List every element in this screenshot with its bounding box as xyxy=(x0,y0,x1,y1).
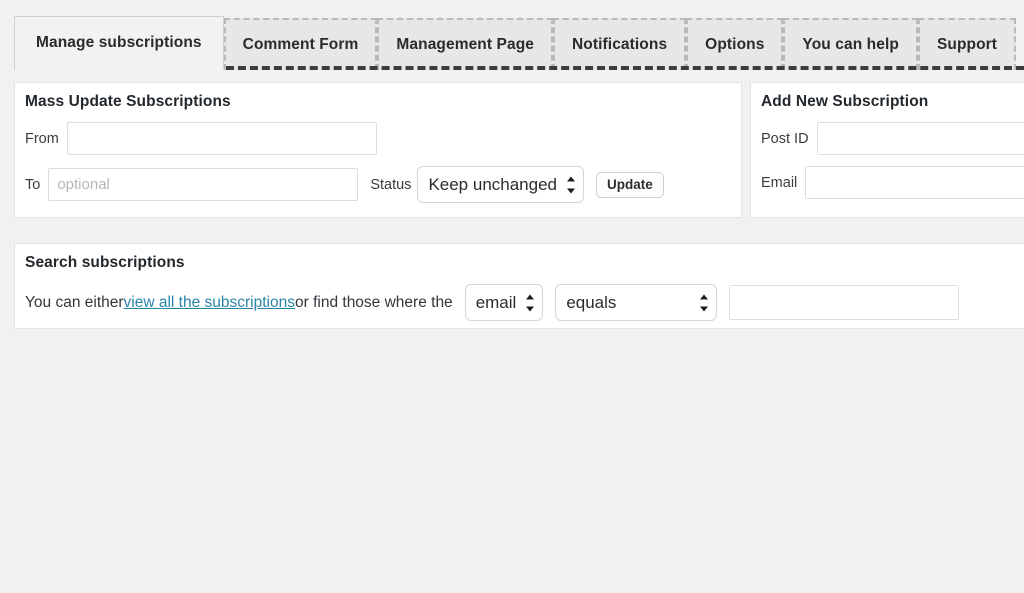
post-id-input[interactable] xyxy=(816,122,1024,155)
settings-tab-bar: Manage subscriptions Comment Form Manage… xyxy=(0,16,1024,70)
view-all-subscriptions-link[interactable]: view all the subscriptions xyxy=(124,294,295,312)
from-input[interactable] xyxy=(66,122,377,155)
search-title: Search subscriptions xyxy=(25,254,185,271)
search-subscriptions-panel: Search subscriptions You can either view… xyxy=(14,243,1024,329)
search-text-after-link: or find those where the xyxy=(295,293,453,311)
search-value-input[interactable] xyxy=(729,285,960,320)
tab-label: Management Page xyxy=(396,36,534,53)
from-label: From xyxy=(25,130,59,147)
tab-label: Support xyxy=(936,36,998,53)
mass-update-to-row: To Status Keep unchanged Update xyxy=(25,166,741,203)
add-new-title: Add New Subscription xyxy=(761,93,929,110)
email-input[interactable] xyxy=(805,166,1024,199)
post-id-label: Post ID xyxy=(761,130,809,147)
tab-you-can-help[interactable]: You can help xyxy=(783,18,918,70)
tab-label: Comment Form xyxy=(242,36,359,53)
chevron-updown-icon xyxy=(525,294,534,311)
mass-update-subscriptions-panel: Mass Update Subscriptions From To Status… xyxy=(14,82,742,218)
status-label: Status xyxy=(370,176,412,193)
tab-label: Notifications xyxy=(572,36,668,53)
tab-label: You can help xyxy=(802,36,899,53)
status-select[interactable]: Keep unchanged xyxy=(417,166,584,203)
search-field-select[interactable]: email xyxy=(464,284,544,321)
tab-bar-underline xyxy=(214,66,1024,70)
tab-support[interactable]: Support xyxy=(917,18,1017,70)
mass-update-from-row: From xyxy=(25,122,741,155)
to-input[interactable] xyxy=(48,168,359,201)
tab-label: Manage subscriptions xyxy=(36,34,202,51)
search-operator-select[interactable]: equals xyxy=(555,284,718,321)
tab-notifications[interactable]: Notifications xyxy=(553,18,687,70)
add-new-subscription-panel: Add New Subscription Post ID Email xyxy=(750,82,1024,218)
search-text-before-link: You can either xyxy=(25,293,124,311)
status-select-value: Keep unchanged xyxy=(417,166,584,203)
add-new-email-row: Email xyxy=(761,166,1024,199)
add-new-post-id-row: Post ID xyxy=(761,122,1024,155)
chevron-updown-icon xyxy=(566,176,575,193)
email-label: Email xyxy=(761,174,798,191)
mass-update-title: Mass Update Subscriptions xyxy=(25,93,231,110)
tab-comment-form[interactable]: Comment Form xyxy=(223,18,378,70)
tab-manage-subscriptions[interactable]: Manage subscriptions xyxy=(14,16,224,70)
tab-options[interactable]: Options xyxy=(686,18,784,70)
update-button[interactable]: Update xyxy=(596,171,664,198)
tab-label: Options xyxy=(705,36,765,53)
search-operator-select-value: equals xyxy=(555,284,718,321)
to-label: To xyxy=(25,176,41,193)
plugin-settings-page: Manage subscriptions Comment Form Manage… xyxy=(0,0,1024,593)
chevron-updown-icon xyxy=(699,294,708,311)
search-query-builder: You can either view all the subscription… xyxy=(25,284,1024,321)
tab-management-page[interactable]: Management Page xyxy=(377,18,553,70)
